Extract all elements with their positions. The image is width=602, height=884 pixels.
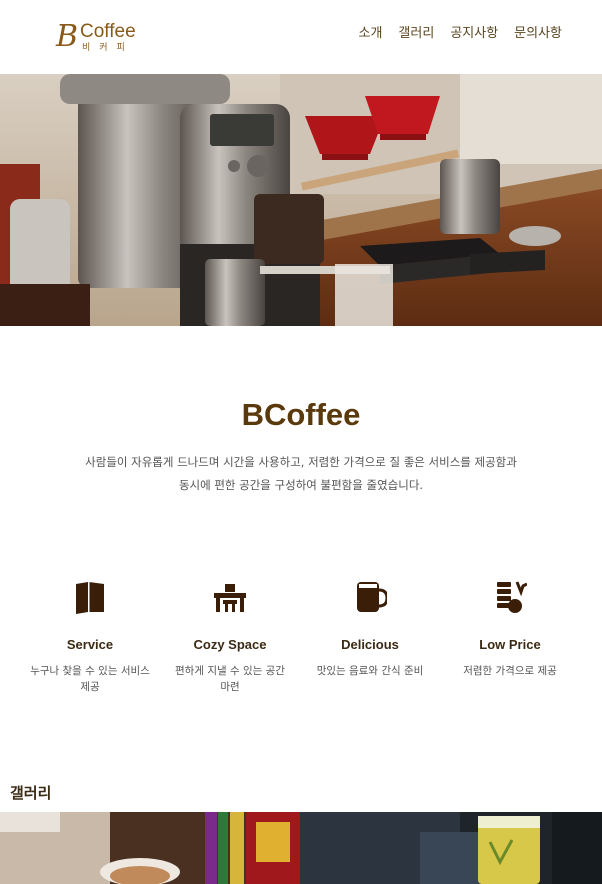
feature-description: 저렴한 가격으로 제공 bbox=[463, 665, 557, 677]
feature-service: Service 누구나 찾을 수 있는 서비스 제공 bbox=[20, 578, 160, 695]
gallery-photo-coffee-books bbox=[0, 812, 300, 884]
feature-list: Service 누구나 찾을 수 있는 서비스 제공 Cozy Space 편하… bbox=[20, 578, 580, 695]
main-nav: 소개 갤러리 공지사항 문의사항 bbox=[359, 24, 563, 44]
intro-description-line-2: 동시에 편한 공간을 구성하여 불편함을 줄였습니다. bbox=[178, 478, 424, 492]
hero-image bbox=[0, 74, 602, 326]
nav-item-gallery[interactable]: 갤러리 bbox=[398, 24, 434, 44]
site-header: B Coffee 비커피 소개 갤러리 공지사항 문의사항 bbox=[0, 0, 602, 74]
mug-icon bbox=[357, 582, 387, 612]
hero-coffee-bar-illustration bbox=[0, 74, 602, 326]
feature-low-price: Low Price 저렴한 가격으로 제공 bbox=[440, 578, 580, 695]
gallery-photo-iced-drink bbox=[300, 812, 602, 884]
logo-subtitle: 비커피 bbox=[82, 43, 134, 53]
logo-letter: B bbox=[56, 19, 79, 54]
feature-title: Cozy Space bbox=[193, 637, 267, 652]
intro-description-line-1: 사람들이 자유롭게 드나드며 시간을 사용하고, 저렴한 가격으로 질 좋은 서… bbox=[85, 455, 517, 469]
feature-description: 편하게 지낼 수 있는 공간 마련 bbox=[175, 665, 285, 693]
nav-item-about[interactable]: 소개 bbox=[359, 24, 383, 44]
feature-title: Service bbox=[66, 637, 114, 652]
feature-title: Delicious bbox=[341, 637, 399, 652]
feature-description: 맛있는 음료와 간식 준비 bbox=[316, 665, 424, 677]
nav-item-inquiry[interactable]: 문의사항 bbox=[514, 24, 562, 44]
intro-title: BCoffee bbox=[241, 397, 361, 432]
desk-icon bbox=[214, 584, 246, 612]
logo-word: Coffee bbox=[80, 21, 136, 42]
feature-delicious: Delicious 맛있는 음료와 간식 준비 bbox=[300, 578, 440, 695]
gallery-strip bbox=[0, 812, 602, 884]
intro-description: 사람들이 자유롭게 드나드며 시간을 사용하고, 저렴한 가격으로 질 좋은 서… bbox=[60, 451, 542, 497]
feature-cozy-space: Cozy Space 편하게 지낼 수 있는 공간 마련 bbox=[160, 578, 300, 695]
gallery-image-2[interactable] bbox=[300, 812, 602, 884]
feature-title: Low Price bbox=[479, 637, 541, 652]
book-icon bbox=[76, 582, 104, 614]
gallery-title: 갤러리 bbox=[10, 784, 52, 802]
coins-icon bbox=[497, 581, 527, 613]
gallery-image-1[interactable] bbox=[0, 812, 300, 884]
feature-description: 누구나 찾을 수 있는 서비스 제공 bbox=[30, 665, 150, 693]
nav-item-notice[interactable]: 공지사항 bbox=[450, 24, 498, 44]
